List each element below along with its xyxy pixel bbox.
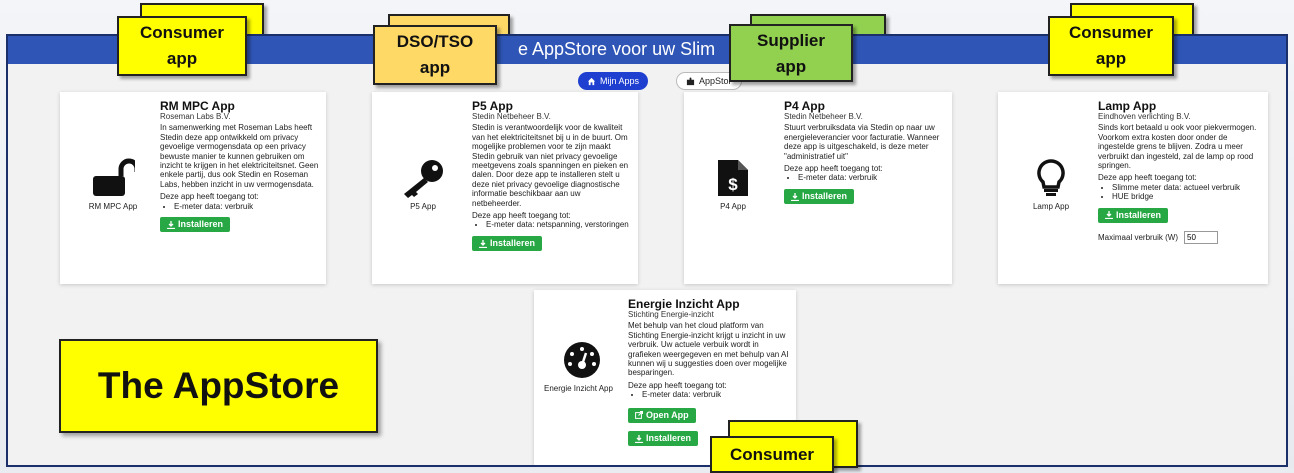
puzzle-icon [686,76,695,85]
app-title: P4 App [784,99,825,113]
app-org: Eindhoven verlichting B.V. [1098,112,1191,121]
external-link-icon [635,411,643,420]
app-org: Stedin Netbeheer B.V. [472,112,551,121]
install-button-label: Installeren [802,190,848,201]
app-card-lamp: Lamp App Lamp App Eindhoven verlichting … [998,92,1268,284]
app-description: Sinds kort betaald u ook voor piekvermog… [1098,123,1257,171]
install-button-label: Installeren [178,219,224,230]
access-label: Deze app heeft toegang tot: [160,192,259,202]
install-button-label: Installeren [1116,209,1162,220]
max-usage-label: Maximaal verbruik (W) [1098,232,1179,242]
key-icon [404,160,443,198]
app-label: Lamp App [1032,202,1070,211]
install-button-label: Installeren [646,433,692,444]
dso-tso-app-label: DSO/TSO app [373,25,497,85]
open-app-button-label: Open App [646,409,689,420]
max-usage-input[interactable] [1184,231,1219,245]
app-card-rm-mpc: RM MPC App RM MPC App Roseman Labs B.V. … [60,92,326,284]
download-icon [635,434,643,443]
tab-my-apps[interactable]: Mijn Apps [578,72,649,90]
download-icon [791,192,799,201]
unlock-icon [93,158,135,196]
appstore-window: e AppStore voor uw Slim Mijn Apps AppSto… [6,34,1288,467]
app-description: In samenwerking met Roseman Labs heeft S… [160,123,319,189]
download-icon [479,239,487,248]
access-item: E-meter data: verbruik [642,390,792,399]
access-list: Slimme meter data: actueel verbruik HUE … [1098,183,1262,202]
the-appstore-callout: The AppStore [59,339,378,433]
install-button[interactable]: Installeren [472,235,543,252]
install-button[interactable]: Installeren [160,217,231,233]
access-item: Slimme meter data: actueel verbruik [1112,183,1262,192]
page-title: e AppStore voor uw Slim [518,39,716,59]
app-title: P5 App [472,99,513,113]
gauge-icon [564,342,600,378]
app-title: RM MPC App [160,99,235,113]
access-label: Deze app heeft toegang tot: [472,211,571,221]
app-label: P5 App [410,202,436,211]
app-description: Met behulp van het cloud platform van St… [628,321,789,378]
lightbulb-icon [1037,159,1065,196]
app-description: Stedin is verantwoordelijk voor de kwali… [472,123,629,208]
install-button-label: Installeren [490,237,536,248]
access-list: E-meter data: verbruik [160,202,320,211]
access-item: E-meter data: verbruik [798,173,946,182]
max-usage-row: Maximaal verbruik (W) [1098,231,1262,245]
app-label: P4 App [720,202,746,211]
app-org: Stedin Netbeheer B.V. [784,112,863,121]
app-org: Roseman Labs B.V. [160,112,231,121]
tab-appstore-label: AppStor [699,76,732,86]
app-card-p4: $ P4 App P4 App Stedin Netbeheer B.V. St… [684,92,952,284]
app-description: Stuurt verbruiksdata via Stedin op naar … [784,123,940,161]
access-list: E-meter data: verbruik [784,173,946,182]
access-label: Deze app heeft toegang tot: [784,164,883,174]
access-list: E-meter data: verbruik [628,390,792,399]
app-org: Stichting Energie-inzicht [628,310,714,319]
consumer-label-bottom: Consumer [710,436,834,473]
app-label: Energie Inzicht App [544,384,613,393]
tab-my-apps-label: Mijn Apps [600,76,640,86]
access-item: HUE bridge [1112,192,1262,201]
access-label: Deze app heeft toegang tot: [1098,173,1197,183]
home-icon [587,77,596,85]
supplier-app-label: Supplier app [729,24,853,82]
open-app-button[interactable]: Open App [628,407,696,424]
install-button[interactable]: Installeren [784,188,855,205]
app-card-p5: P5 App P5 App Stedin Netbeheer B.V. Sted… [372,92,638,284]
app-title: Lamp App [1098,99,1157,113]
install-button[interactable]: Installeren [628,431,699,447]
app-label: RM MPC App [88,202,138,211]
app-title: Energie Inzicht App [628,297,740,311]
access-list: E-meter data: netspanning, verstoringen [472,220,632,229]
invoice-icon: $ [718,160,748,196]
access-label: Deze app heeft toegang tot: [628,380,727,390]
install-button[interactable]: Installeren [1098,207,1169,224]
access-item: E-meter data: netspanning, verstoringen [486,220,632,229]
consumer-app-label-2: Consumer app [1048,16,1174,76]
download-icon [1105,211,1113,220]
download-icon [167,220,175,229]
access-item: E-meter data: verbruik [174,202,320,211]
consumer-app-label: Consumer app [117,16,247,76]
svg-text:$: $ [728,175,738,194]
